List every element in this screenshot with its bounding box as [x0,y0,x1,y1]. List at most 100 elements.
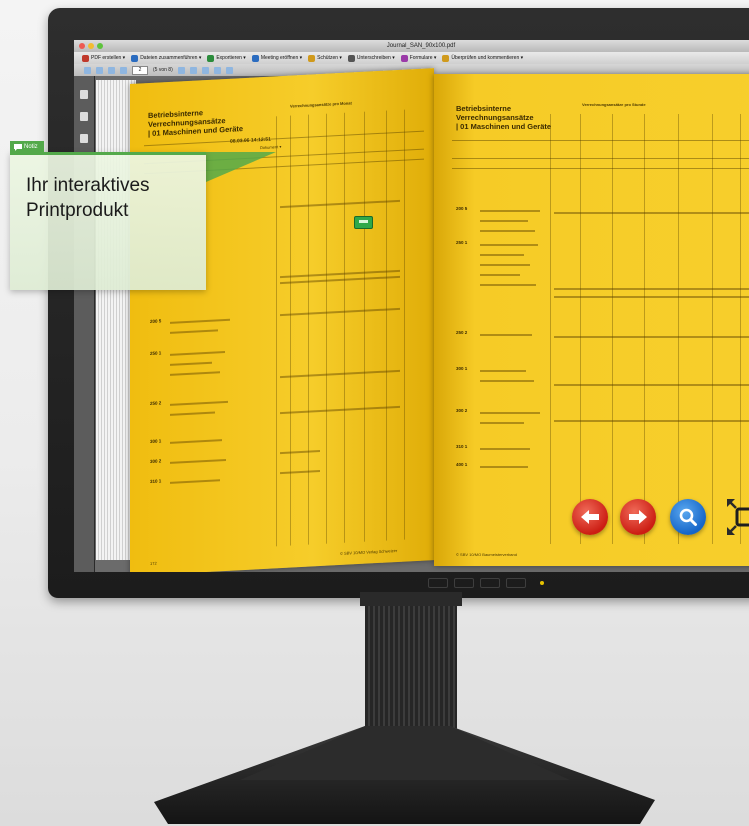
note-tab[interactable]: Notiz [10,141,44,153]
window-controls [79,43,103,49]
pen-icon [347,54,355,62]
toolbar-sign-button[interactable]: Unterschreiben ▾ [347,54,395,62]
toolbar-forms-button[interactable]: Formulare ▾ [400,54,437,62]
navigation-sidebar [74,76,95,572]
email-icon[interactable] [108,66,115,74]
table-column-rule [740,114,741,544]
table-column-rule [344,112,345,543]
table-column-rule [644,114,645,544]
right-title-line: Verrechnungsansätze [456,113,534,122]
previous-page-button[interactable] [572,499,608,535]
toolbar-combine-button[interactable]: Dateien zusammenführen ▾ [131,54,201,62]
page-count: (5 von 8) [153,67,173,73]
bookmarks-panel-icon[interactable] [80,112,88,121]
text-line [170,329,218,334]
right-title-line: Betriebsinterne [456,104,512,113]
window-titlebar: Journal_SAN_90x100.pdf [74,40,749,52]
table-column-rule [580,114,581,544]
attachments-panel-icon[interactable] [80,134,88,143]
table-column-rule [550,114,551,544]
select-icon[interactable] [177,66,185,74]
toolbar-export-button[interactable]: Exportieren ▾ [207,54,246,62]
monitor: Journal_SAN_90x100.pdf PDF erstellen ▾ D… [48,8,749,598]
value-row [554,288,749,290]
text-line [480,334,532,336]
note-marker-icon[interactable] [354,216,373,229]
zoom-window-button[interactable] [97,43,103,49]
left-footer-text: © SBV 10/MO Verlag Schweizer [340,547,398,556]
text-line [170,411,215,416]
toolbar-protect-button[interactable]: Schützen ▾ [308,54,342,62]
zoom-button[interactable] [670,499,706,535]
prev-page-icon[interactable] [120,66,127,74]
table-column-rule [276,116,277,547]
monitor-button[interactable] [428,578,448,588]
right-code: 310 1 [456,444,468,449]
value-row [554,420,749,422]
zoom-out-icon[interactable] [201,66,209,74]
text-line [480,422,524,424]
right-page: Betriebsinterne Verrechnungsansätze | 01… [434,74,749,566]
value-row [280,199,400,209]
value-row [554,212,749,214]
right-code: 200 5 [456,206,468,211]
toolbar-review-button[interactable]: Überprüfen und kommentieren ▾ [442,54,523,62]
close-window-button[interactable] [79,43,85,49]
callout-pointer [206,152,276,182]
table-column-rule [308,114,309,545]
value-row [554,296,749,298]
callout-line: Ihr interaktives [26,175,150,196]
fullscreen-icon [727,499,749,535]
left-code: 250 2 [150,400,162,406]
monitor-button[interactable] [454,578,474,588]
right-code: 300 2 [456,408,468,413]
text-line [170,439,222,444]
arrow-left-icon [581,510,599,524]
open-icon[interactable] [84,66,91,74]
print-icon[interactable] [96,66,103,74]
toolbar-label: Formulare ▾ [409,55,437,61]
pdf-icon [82,54,89,62]
note-tab-label: Notiz [24,144,38,150]
toolbar-meeting-button[interactable]: Meeting eröffnen ▾ [251,54,303,62]
fullscreen-button[interactable] [724,496,749,538]
table-rule [452,140,749,141]
table-column-rule [612,114,613,544]
left-code: 300 1 [150,438,162,444]
minimize-window-button[interactable] [88,43,94,49]
combine-icon [131,54,139,62]
right-code: 300 1 [456,366,468,371]
next-page-button[interactable] [620,499,656,535]
toolbar-label: PDF erstellen ▾ [91,55,126,61]
text-line [170,479,220,484]
toolbar-create-pdf-button[interactable]: PDF erstellen ▾ [82,54,126,62]
monitor-buttons [428,578,526,588]
left-page-title: Betriebsinterne Verrechnungsansätze | 01… [148,106,243,138]
monitor-button[interactable] [506,578,526,588]
magnifier-icon [679,508,697,526]
left-page: Betriebsinterne Verrechnungsansätze | 01… [130,68,434,572]
value-row [280,470,320,475]
note-callout: Notiz Ihr interaktives Printprodukt [10,141,206,290]
fit-page-icon[interactable] [225,66,233,74]
text-line [480,380,534,382]
left-code: 200 5 [150,318,162,324]
power-led [540,581,544,585]
pages-panel-icon[interactable] [80,90,88,99]
toolbar-label: Meeting eröffnen ▾ [260,55,303,61]
left-user: Dokument ▾ [260,144,282,151]
text-line [480,230,535,232]
right-code: 250 2 [456,330,468,335]
text-line [480,274,520,276]
table-column-rule [712,114,713,544]
value-row [554,384,749,386]
left-page-number: 172 [150,560,157,566]
value-row [554,336,749,338]
monitor-base [154,726,655,824]
zoom-in-icon[interactable] [213,66,221,74]
right-title-line: | 01 Maschinen und Geräte [456,122,552,131]
monitor-button[interactable] [480,578,500,588]
hand-icon[interactable] [189,66,197,74]
right-code: 250 1 [456,240,468,245]
page-number-input[interactable]: 2 [132,65,148,75]
